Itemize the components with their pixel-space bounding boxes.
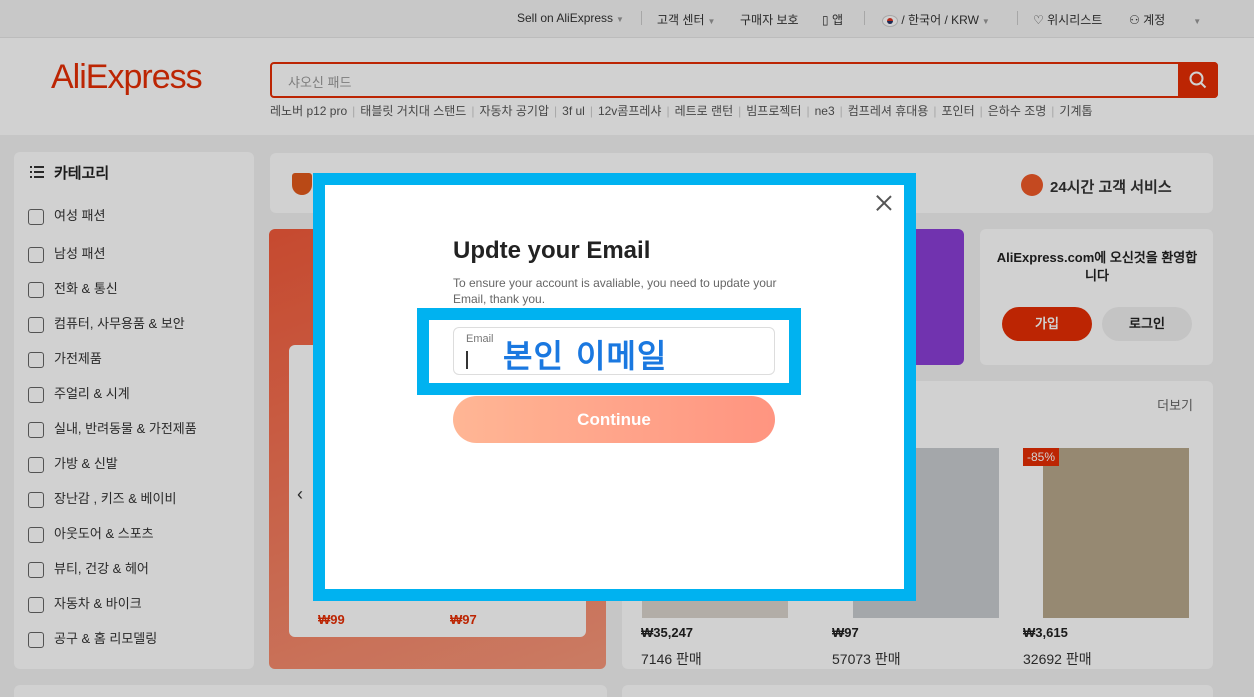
modal-description: To ensure your account is avaliable, you… <box>453 276 777 306</box>
email-annotation: 본인 이메일 <box>503 337 668 375</box>
email-label: Email <box>466 333 494 345</box>
text-cursor <box>466 351 468 369</box>
continue-button[interactable]: Continue <box>453 396 775 443</box>
close-icon[interactable] <box>874 193 894 213</box>
modal-title: Updte your Email <box>453 237 651 264</box>
